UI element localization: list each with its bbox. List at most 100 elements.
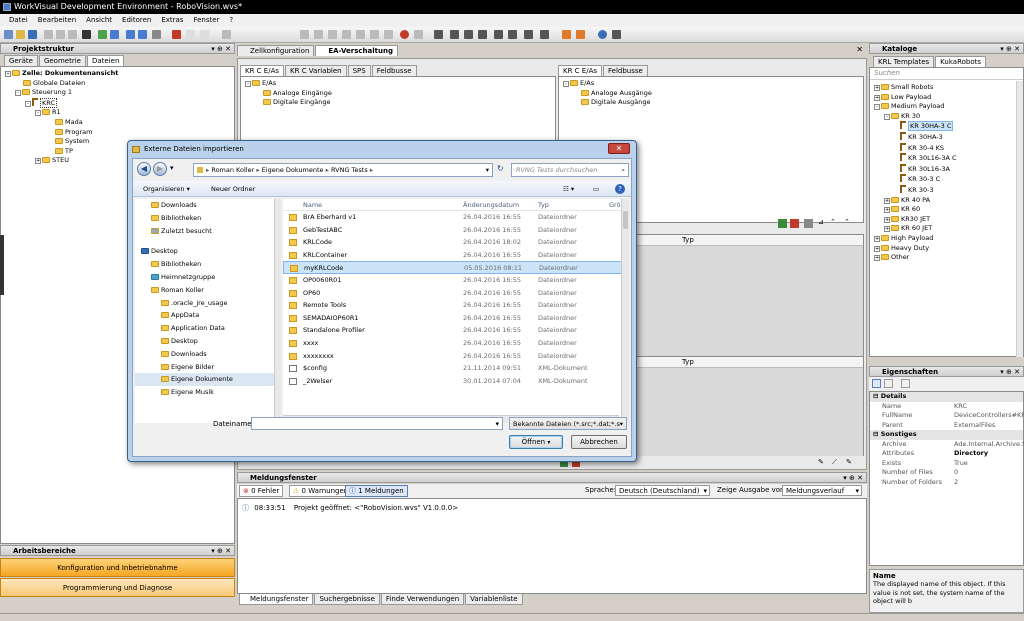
robot-kr303[interactable]: KR 30-3 xyxy=(874,184,1019,196)
address-bar[interactable]: ▸ Roman Koller ▸ Eigene Dokumente ▸ RVNG… xyxy=(193,163,493,177)
pin-icon[interactable]: ▾ ⊕ ✕ xyxy=(211,44,231,54)
tool-icon-3[interactable] xyxy=(314,30,323,39)
expand-icon[interactable]: + xyxy=(884,216,890,223)
collapse-icon[interactable]: - xyxy=(5,71,11,77)
record-icon[interactable] xyxy=(400,30,409,39)
property-pages-icon[interactable] xyxy=(901,379,910,388)
prop-row[interactable]: Parent ExternalFiles xyxy=(870,421,1023,431)
menu-editoren[interactable]: Editoren xyxy=(117,14,156,27)
collapse-icon[interactable]: - xyxy=(563,81,569,87)
target-icon[interactable] xyxy=(370,30,379,39)
filter-icon[interactable]: ⊿ xyxy=(818,218,824,226)
cat-medium-payload[interactable]: - Medium Payload xyxy=(874,102,1019,112)
categorized-icon[interactable] xyxy=(872,379,881,388)
nav-heimnetzgruppe[interactable]: Heimnetzgruppe xyxy=(135,271,281,284)
robot-kr30ha3c[interactable]: KR 30HA-3 C xyxy=(874,121,1019,132)
cut-icon[interactable] xyxy=(44,30,53,39)
collapse-up-icon[interactable]: ⌃ xyxy=(830,218,836,226)
vscroll-thumb[interactable] xyxy=(623,211,628,229)
expand-icon[interactable]: + xyxy=(874,245,880,252)
cat-kr30[interactable]: - KR 30 xyxy=(874,112,1019,122)
menu-ansicht[interactable]: Ansicht xyxy=(81,14,117,27)
nav-desktop[interactable]: Desktop xyxy=(135,245,281,258)
tab-geraete[interactable]: Geräte xyxy=(4,55,38,66)
nav-downloads[interactable]: Downloads xyxy=(135,199,281,212)
tree-item-r1[interactable]: - R1 xyxy=(5,108,230,118)
column-name[interactable]: Name xyxy=(303,199,322,211)
filter-errors-button[interactable]: ⊗ 0 Fehler xyxy=(239,485,284,497)
prop-row[interactable]: FullName DeviceControllers#KR C4\E xyxy=(870,411,1024,421)
settings-icon[interactable] xyxy=(152,30,161,39)
view-options-icon[interactable]: ☷ ▾ xyxy=(563,181,574,197)
gear-icon[interactable] xyxy=(356,30,365,39)
file-row[interactable]: _2Welser 30.01.2014 07:04 XML-Dokument xyxy=(283,375,629,388)
tool-icon[interactable] xyxy=(222,30,231,39)
nav-appdata[interactable]: AppData xyxy=(135,309,281,322)
disconnect-icon[interactable] xyxy=(790,219,799,228)
io-root-right[interactable]: - E/As xyxy=(563,79,859,89)
tree-item-steuerung[interactable]: - Steuerung 1 xyxy=(5,88,230,98)
nav-eigene-bilder[interactable]: Eigene Bilder xyxy=(135,361,281,374)
tab-dateien[interactable]: Dateien xyxy=(86,55,125,66)
file-list-vscrollbar[interactable] xyxy=(621,199,629,423)
cat-other[interactable]: + Other xyxy=(874,253,1019,263)
nav-eigene-dokumente[interactable]: Eigene Dokumente xyxy=(135,373,281,387)
section-sonstiges[interactable]: ⊟ Sonstiges xyxy=(870,430,1023,440)
pin-icon[interactable]: ▾ ⊕ ✕ xyxy=(1000,367,1020,377)
cat-low-payload[interactable]: + Low Payload xyxy=(874,93,1019,103)
tab-variablenliste[interactable]: Variablenliste xyxy=(465,594,523,605)
file-row[interactable]: KRLContainer 26.04.2016 16:55 Dateiordner xyxy=(283,249,629,262)
redo-icon[interactable] xyxy=(138,30,147,39)
ausgabe-select[interactable]: Meldungsverlauf ▾ xyxy=(782,485,862,496)
open-button[interactable]: Öffnen ▾ xyxy=(509,435,563,449)
tab-suchergebnisse[interactable]: Suchergebnisse xyxy=(314,594,380,605)
tab-ea-verschaltung[interactable]: EA-Verschaltung xyxy=(315,45,398,56)
pause-icon[interactable] xyxy=(328,30,337,39)
robot-kr30ha3[interactable]: KR 30HA-3 xyxy=(874,131,1019,143)
cat-kr60[interactable]: + KR 60 xyxy=(874,205,1019,215)
expand-icon[interactable]: + xyxy=(884,197,890,204)
expand-icon[interactable]: + xyxy=(874,94,880,101)
tab-kukarobots[interactable]: KukaRobots xyxy=(935,56,987,67)
tab-krc-variablen[interactable]: KR C Variablen xyxy=(285,65,347,76)
tab-krc-eas-right[interactable]: KR C E/As xyxy=(558,65,603,76)
save-icon[interactable] xyxy=(28,30,37,39)
properties-icon[interactable] xyxy=(110,30,119,39)
collapse-icon[interactable]: - xyxy=(15,90,21,97)
collapse-icon[interactable]: - xyxy=(25,100,31,107)
expand-icon[interactable]: + xyxy=(874,235,880,242)
prop-row[interactable]: Number of Files 0 xyxy=(870,468,1023,478)
close-editor-icon[interactable]: ✕ xyxy=(856,45,863,54)
history-dropdown-icon[interactable]: ▾ xyxy=(170,164,174,172)
prop-row[interactable]: Exists True xyxy=(870,459,1023,469)
io-analoge-ausgaenge[interactable]: Analoge Ausgänge xyxy=(563,89,859,99)
tab-feldbusse-right[interactable]: Feldbusse xyxy=(603,65,648,76)
kataloge-scrollbar[interactable] xyxy=(1016,81,1023,357)
collapse-icon[interactable]: - xyxy=(884,113,890,120)
filename-input[interactable]: ▾ xyxy=(251,417,503,430)
preview-pane-icon[interactable]: ▭ xyxy=(593,181,599,197)
add-icon[interactable] xyxy=(98,30,107,39)
file-row[interactable]: $config 21.11.2014 09:51 XML-Dokument xyxy=(283,362,629,375)
cat-small-robots[interactable]: + Small Robots xyxy=(874,83,1019,93)
help-icon[interactable]: ? xyxy=(615,184,625,194)
tab-krc-eas[interactable]: KR C E/As xyxy=(240,65,285,76)
about-icon[interactable] xyxy=(612,30,621,39)
tree-item-krc[interactable]: - KRC xyxy=(5,97,230,109)
tab-krl-templates[interactable]: KRL Templates xyxy=(873,56,935,67)
pin-icon[interactable]: ▾ ⊕ ✕ xyxy=(211,546,231,556)
prop-row[interactable]: Archive Ade.Internal.Archive.Sub/Arc xyxy=(870,440,1024,450)
collapse-icon[interactable]: - xyxy=(245,81,251,87)
upload-icon[interactable] xyxy=(576,30,585,39)
io-digitale-ausgaenge[interactable]: Digitale Ausgänge xyxy=(563,98,859,108)
workspace-programmierung[interactable]: Programmierung und Diagnose xyxy=(0,578,235,597)
refresh-icon[interactable]: ↻ xyxy=(497,164,504,173)
breadcrumb-item[interactable]: Eigene Dokumente xyxy=(262,166,324,174)
expand-icon[interactable]: + xyxy=(874,85,880,91)
filter-warnings-button[interactable]: ⚠ 0 Warnungen xyxy=(289,485,353,497)
breadcrumb-item[interactable]: Roman Koller xyxy=(211,166,254,174)
file-row[interactable]: xxxx 26.04.2016 16:55 Dateiordner xyxy=(283,337,629,350)
tab-sps[interactable]: SPS xyxy=(347,65,371,76)
forward-icon[interactable] xyxy=(186,30,195,39)
prop-row[interactable]: Name KRC xyxy=(870,402,1023,412)
